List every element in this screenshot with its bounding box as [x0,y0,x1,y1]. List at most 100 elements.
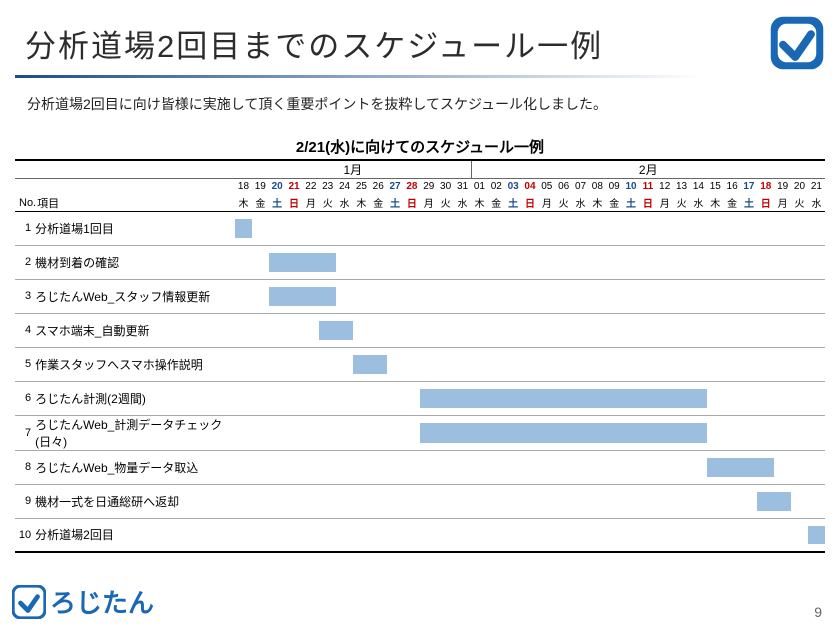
gantt-cell [505,381,522,415]
gantt-dow: 日 [522,195,539,212]
gantt-date: 14 [690,179,707,195]
gantt-cell [370,450,387,484]
gantt-dow: 土 [623,195,640,212]
gantt-cell [572,415,589,450]
gantt-cell [353,484,370,518]
gantt-date: 15 [707,179,724,195]
gantt-cell [690,484,707,518]
gantt-task-no: 6 [15,381,33,415]
gantt-date: 31 [454,179,471,195]
gantt-cell [623,450,640,484]
gantt-cell [286,484,303,518]
gantt-cell [471,245,488,279]
gantt-cell [741,313,758,347]
gantt-date: 04 [522,179,539,195]
page-title: 分析道場2回目までのスケジュール一例 [15,21,603,66]
gantt-cell [387,484,404,518]
gantt-cell [269,279,286,313]
gantt-task-name: スマホ端末_自動更新 [33,313,235,347]
gantt-cell [724,313,741,347]
gantt-cell [403,279,420,313]
gantt-task-row: 3ろじたんWeb_スタッフ情報更新 [15,279,825,313]
gantt-cell [420,518,437,552]
gantt-cell [454,211,471,245]
gantt-date: 18 [757,179,774,195]
gantt-cell [319,279,336,313]
gantt-cell [336,518,353,552]
gantt-task-no: 2 [15,245,33,279]
gantt-cell [572,484,589,518]
gantt-date: 19 [774,179,791,195]
gantt-cell [454,347,471,381]
gantt-cell [623,313,640,347]
gantt-dow: 木 [471,195,488,212]
gantt-cell [555,347,572,381]
gantt-cell [252,245,269,279]
gantt-cell [302,450,319,484]
gantt-cell [791,347,808,381]
gantt-cell [724,245,741,279]
gantt-cell [555,245,572,279]
gantt-cell [370,518,387,552]
gantt-cell [235,245,252,279]
gantt-cell [488,279,505,313]
gantt-cell [522,381,539,415]
gantt-cell [269,484,286,518]
gantt-cell [437,381,454,415]
gantt-date: 20 [791,179,808,195]
gantt-cell [437,279,454,313]
gantt-cell [791,211,808,245]
gantt-cell [690,279,707,313]
gantt-cell [741,450,758,484]
gantt-task-row: 2機材到着の確認 [15,245,825,279]
brand-logo-icon [769,15,825,71]
gantt-cell [774,313,791,347]
gantt-cell [269,415,286,450]
gantt-dow: 木 [353,195,370,212]
gantt-cell [286,313,303,347]
gantt-cell [808,313,825,347]
gantt-cell [522,279,539,313]
gantt-cell [589,347,606,381]
gantt-cell [589,518,606,552]
gantt-cell [302,484,319,518]
gantt-cell [454,518,471,552]
gantt-dow: 土 [505,195,522,212]
gantt-task-name: ろじたん計測(2週間) [33,381,235,415]
gantt-cell [538,211,555,245]
gantt-cell [639,279,656,313]
gantt-cell [690,518,707,552]
gantt-cell [673,211,690,245]
gantt-cell [555,450,572,484]
gantt-date: 17 [741,179,758,195]
gantt-date: 21 [808,179,825,195]
gantt-date: 19 [252,179,269,195]
gantt-cell [555,381,572,415]
gantt-cell [673,450,690,484]
gantt-cell [741,518,758,552]
gantt-cell [269,347,286,381]
gantt-cell [639,347,656,381]
gantt-cell [286,347,303,381]
gantt-cell [286,245,303,279]
gantt-cell [589,381,606,415]
gantt-cell [454,381,471,415]
gantt-cell [808,211,825,245]
gantt-cell [774,211,791,245]
gantt-cell [690,347,707,381]
gantt-task-name: ろじたんWeb_計測データチェック(日々) [33,415,235,450]
gantt-cell [319,211,336,245]
gantt-cell [555,313,572,347]
gantt-date: 10 [623,179,640,195]
gantt-cell [673,518,690,552]
gantt-dow: 日 [403,195,420,212]
gantt-cell [302,245,319,279]
gantt-dow: 木 [589,195,606,212]
gantt-cell [252,484,269,518]
gantt-cell [370,484,387,518]
gantt-dow: 水 [454,195,471,212]
gantt-cell [269,211,286,245]
gantt-cell [319,484,336,518]
gantt-cell [774,347,791,381]
gantt-cell [387,347,404,381]
